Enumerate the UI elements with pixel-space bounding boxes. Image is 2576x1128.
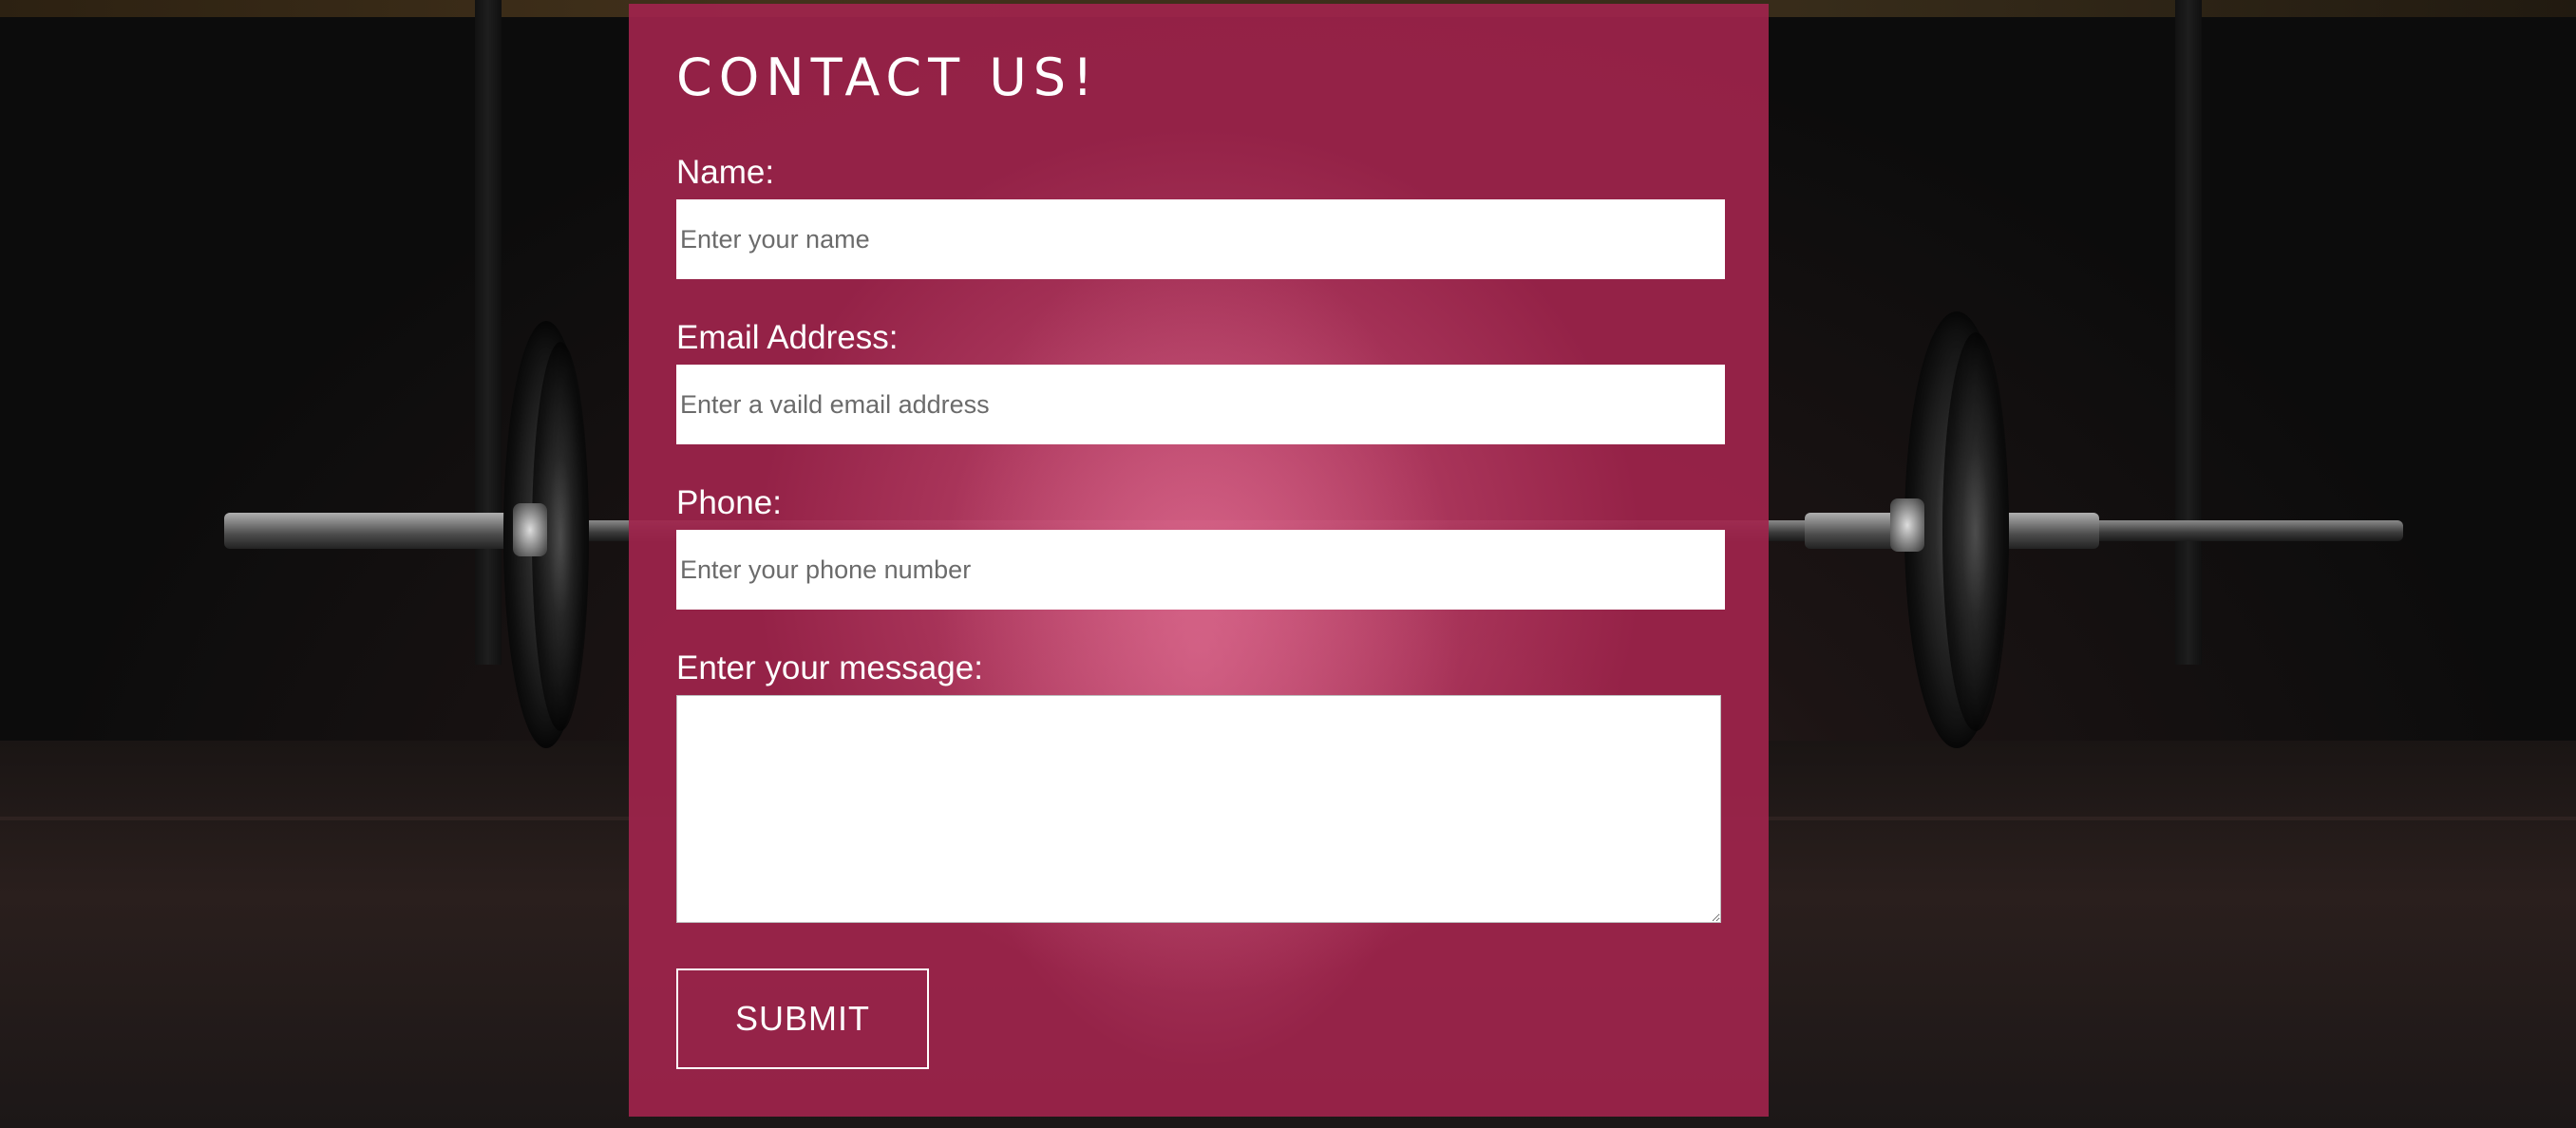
barbell-collar-left <box>513 503 547 556</box>
background-pillar <box>475 0 502 665</box>
weight-plate-right-inner <box>1942 332 2009 731</box>
barbell-collar-right <box>1890 498 1924 552</box>
email-label: Email Address: <box>676 319 899 356</box>
message-textarea[interactable] <box>676 695 1721 923</box>
name-label: Name: <box>676 154 775 191</box>
contact-panel: CONTACT US! Name: Email Address: Phone: … <box>629 4 1769 1117</box>
phone-input[interactable] <box>676 530 1725 610</box>
background-pillar <box>2175 0 2202 665</box>
email-input[interactable] <box>676 365 1725 444</box>
barbell-sleeve-left <box>224 513 519 549</box>
contact-title: CONTACT US! <box>676 47 1100 107</box>
name-input[interactable] <box>676 199 1725 279</box>
page-background: CONTACT US! Name: Email Address: Phone: … <box>0 0 2576 1128</box>
phone-label: Phone: <box>676 484 782 521</box>
message-label: Enter your message: <box>676 649 983 686</box>
submit-button[interactable]: SUBMIT <box>676 968 929 1069</box>
